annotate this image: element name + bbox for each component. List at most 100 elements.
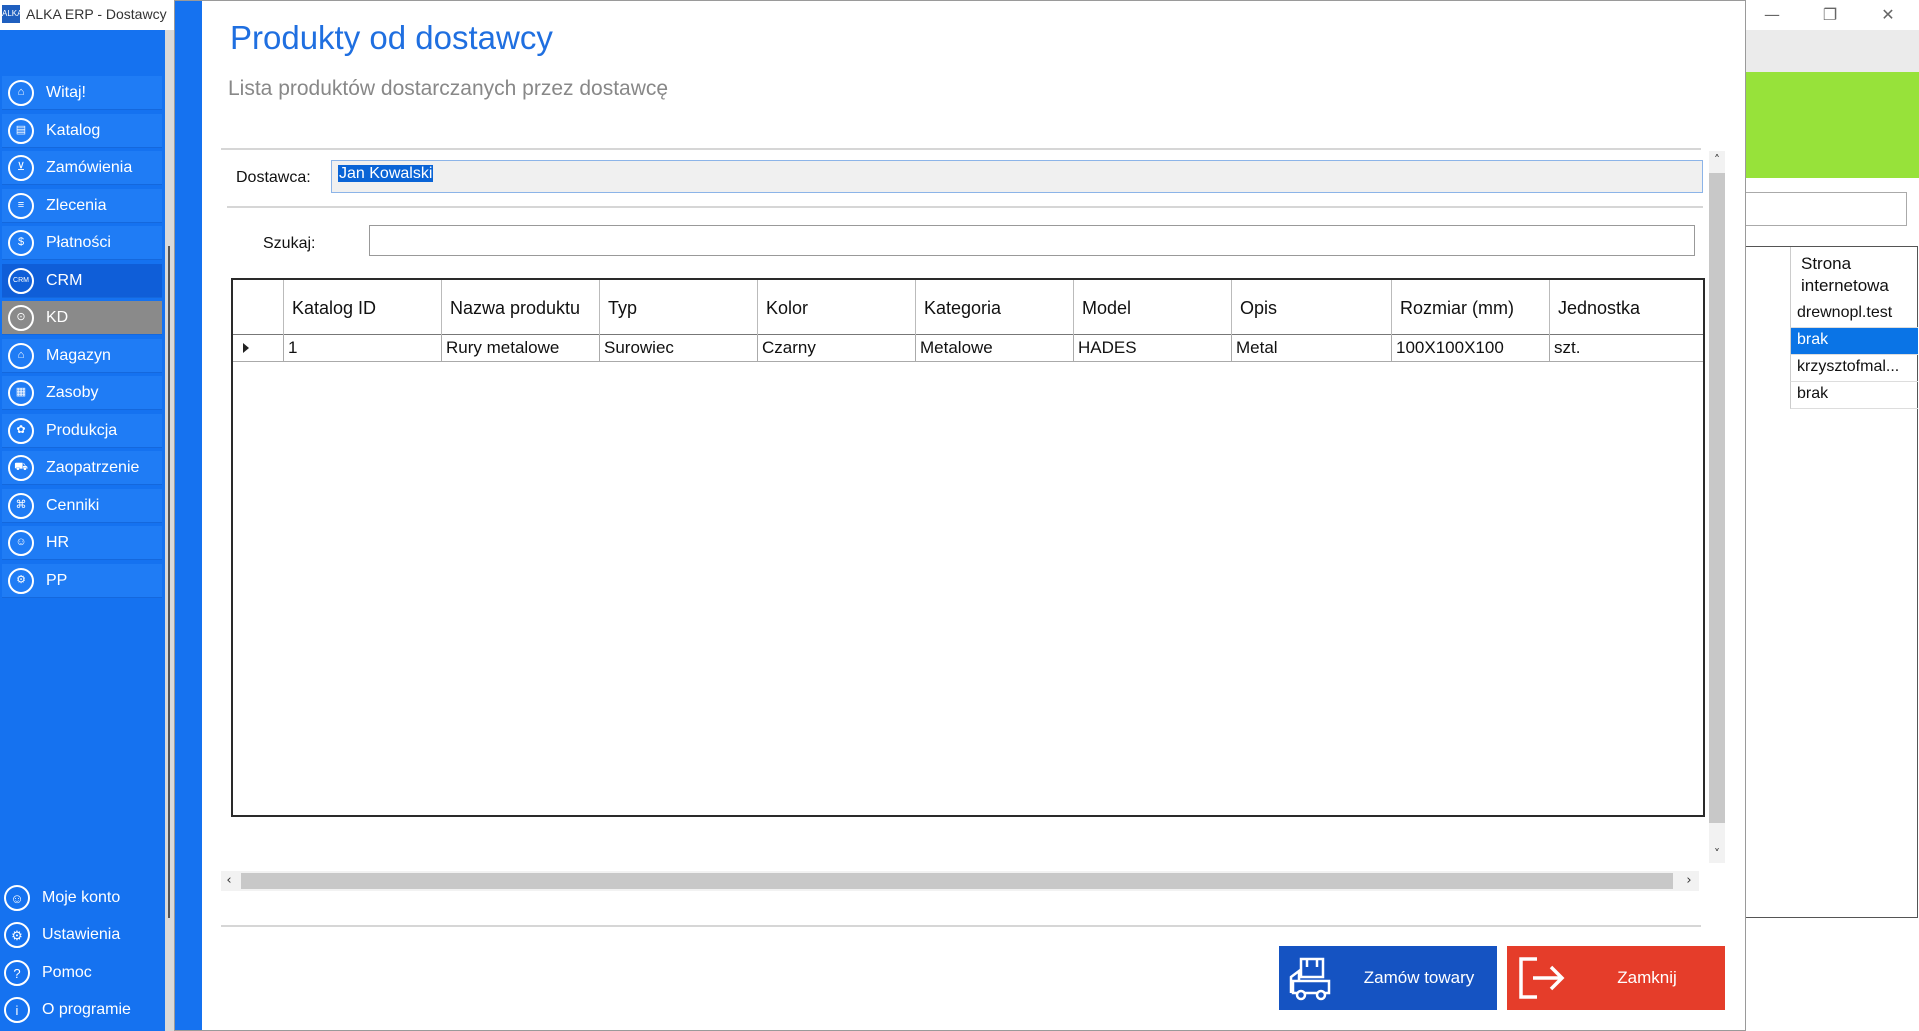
crm-icon: CRM [8,267,34,294]
sidebar-item-ustawienia[interactable]: ⚙ Ustawienia [0,917,165,953]
sidebar-item-produkcja[interactable]: ✿ Produkcja [2,414,162,448]
cell-rozmiar[interactable]: 100X100X100 [1391,335,1549,362]
dialog-accent-stripe [175,1,202,1030]
vertical-scrollbar[interactable]: ˄ ˅ [1709,151,1725,863]
table-row[interactable]: 1 Rury metalowe Surowiec Czarny Metalowe… [233,335,1703,362]
scroll-thumb[interactable] [1709,173,1725,823]
sidebar-item-katalog[interactable]: ▤ Katalog [2,114,162,148]
sidebar-item-pomoc[interactable]: ? Pomoc [0,955,165,991]
sidebar: ⌂ Witaj! ▤ Katalog ⊻ Zamówienia ≡ Zlecenia $… [0,30,165,1031]
table-row[interactable]: brak [1790,382,1918,409]
sidebar-item-label: Pomoc [42,964,92,981]
sidebar-item-label: Zamówienia [46,158,133,176]
products-grid: Katalog ID Nazwa produktu Typ Kolor Kate… [231,278,1705,817]
column-header-katalog-id[interactable]: Katalog ID [283,280,441,335]
restore-icon[interactable]: ❐ [1810,4,1850,26]
cell-katalog-id[interactable]: 1 [283,335,441,362]
background-search-input[interactable] [1745,192,1907,226]
dialog-title: Produkty od dostawcy [230,19,553,56]
dialog-subtitle: Lista produktów dostarczanych przez dost… [228,77,669,100]
order-goods-button[interactable]: Zamów towary [1279,946,1497,1010]
sidebar-item-label: Produkcja [46,421,118,439]
supplier-field[interactable]: Jan Kowalski [331,160,1703,193]
scroll-up-icon[interactable]: ˄ [1709,151,1725,169]
background-suppliers-grid: Strona internetowa drewnopl.test brak kr… [1745,246,1918,918]
pp-icon: ⚙ [8,567,34,594]
sidebar-item-o-programie[interactable]: i O programie [0,992,165,1028]
scroll-left-icon[interactable]: ‹ [221,871,237,891]
sidebar-item-label: KD [46,308,69,326]
table-row[interactable]: drewnopl.test [1790,301,1918,328]
scroll-down-icon[interactable]: ˅ [1709,845,1725,863]
cell-kategoria[interactable]: Metalowe [915,335,1073,362]
info-icon: i [4,997,30,1023]
horizontal-scrollbar[interactable]: ‹ › [221,871,1699,891]
scroll-thumb[interactable] [241,873,1673,889]
supplier-products-dialog: Produkty od dostawcy Lista produktów dos… [174,0,1746,1031]
user-icon: ☺ [4,885,30,911]
sidebar-item-platnosci[interactable]: $ Płatności [2,226,162,260]
close-window-icon[interactable]: ✕ [1868,4,1908,26]
column-header-strona[interactable]: Strona internetowa [1790,247,1918,301]
column-header-opis[interactable]: Opis [1231,280,1391,335]
column-header-kategoria[interactable]: Kategoria [915,280,1073,335]
search-label: Szukaj: [263,235,316,252]
close-button[interactable]: Zamknij [1507,946,1725,1010]
sidebar-item-crm[interactable]: CRM CRM [2,264,162,298]
sidebar-item-magazyn[interactable]: ⌂ Magazyn [2,339,162,373]
production-icon: ✿ [8,417,34,444]
search-input[interactable] [369,225,1695,256]
sidebar-item-hr[interactable]: ☺ HR [2,526,162,560]
sidebar-item-kd[interactable]: ⊙ KD [2,301,162,335]
sidebar-item-label: Zasoby [46,383,99,401]
resources-icon: ▦ [8,379,34,406]
home-icon: ⌂ [8,79,34,106]
column-header-typ[interactable]: Typ [599,280,757,335]
sidebar-item-label: Katalog [46,121,101,139]
scroll-right-icon[interactable]: › [1681,871,1697,891]
cell-jednostka[interactable]: szt. [1549,335,1703,362]
cell-typ[interactable]: Surowiec [599,335,757,362]
dollar-icon: $ [8,229,34,256]
row-header[interactable] [233,335,283,362]
sidebar-item-label: Cenniki [46,496,100,514]
sidebar-item-zamowienia[interactable]: ⊻ Zamówienia [2,151,162,185]
cell-model[interactable]: HADES [1073,335,1231,362]
order-goods-label: Zamów towary [1363,968,1475,987]
column-header-nazwa-produktu[interactable]: Nazwa produktu [441,280,599,335]
table-row[interactable]: krzysztofmal... [1790,355,1918,382]
divider [221,925,1701,927]
supplier-value: Jan Kowalski [338,165,434,182]
row-header-corner [233,280,283,335]
sidebar-item-label: Ustawienia [42,926,121,943]
column-header-rozmiar[interactable]: Rozmiar (mm) [1391,280,1549,335]
sidebar-item-label: Witaj! [46,83,86,101]
window-title: ALKA ERP - Dostawcy [26,6,167,22]
grid-header: Katalog ID Nazwa produktu Typ Kolor Kate… [233,280,1703,335]
sidebar-item-label: PP [46,571,68,589]
background-toolbar [1745,30,1919,72]
lock-icon: ⊙ [8,304,34,331]
sidebar-item-zaopatrzenie[interactable]: ⛟ Zaopatrzenie [2,451,162,485]
app-logo-icon: ALKA [2,5,22,23]
column-header-kolor[interactable]: Kolor [757,280,915,335]
sidebar-item-pp[interactable]: ⚙ PP [2,564,162,598]
sidebar-item-moje-konto[interactable]: ☺ Moje konto [0,880,165,916]
column-header-jednostka[interactable]: Jednostka [1549,280,1703,335]
cell-kolor[interactable]: Czarny [757,335,915,362]
sidebar-item-zasoby[interactable]: ▦ Zasoby [2,376,162,410]
sidebar-item-label: HR [46,533,70,551]
minimize-icon[interactable]: — [1752,4,1792,26]
sidebar-item-label: CRM [46,271,83,289]
sidebar-item-witaj[interactable]: ⌂ Witaj! [2,76,162,110]
table-row-selected[interactable]: brak [1790,328,1918,355]
sidebar-item-zlecenia[interactable]: ≡ Zlecenia [2,189,162,223]
cell-opis[interactable]: Metal [1231,335,1391,362]
sidebar-item-cenniki[interactable]: ⌘ Cenniki [2,489,162,523]
cell-nazwa-produktu[interactable]: Rury metalowe [441,335,599,362]
cart-icon: ⊻ [8,154,34,181]
help-icon: ? [4,960,30,986]
column-header-model[interactable]: Model [1073,280,1231,335]
sidebar-item-label: Magazyn [46,346,111,364]
sidebar-item-label: Zaopatrzenie [46,458,140,476]
